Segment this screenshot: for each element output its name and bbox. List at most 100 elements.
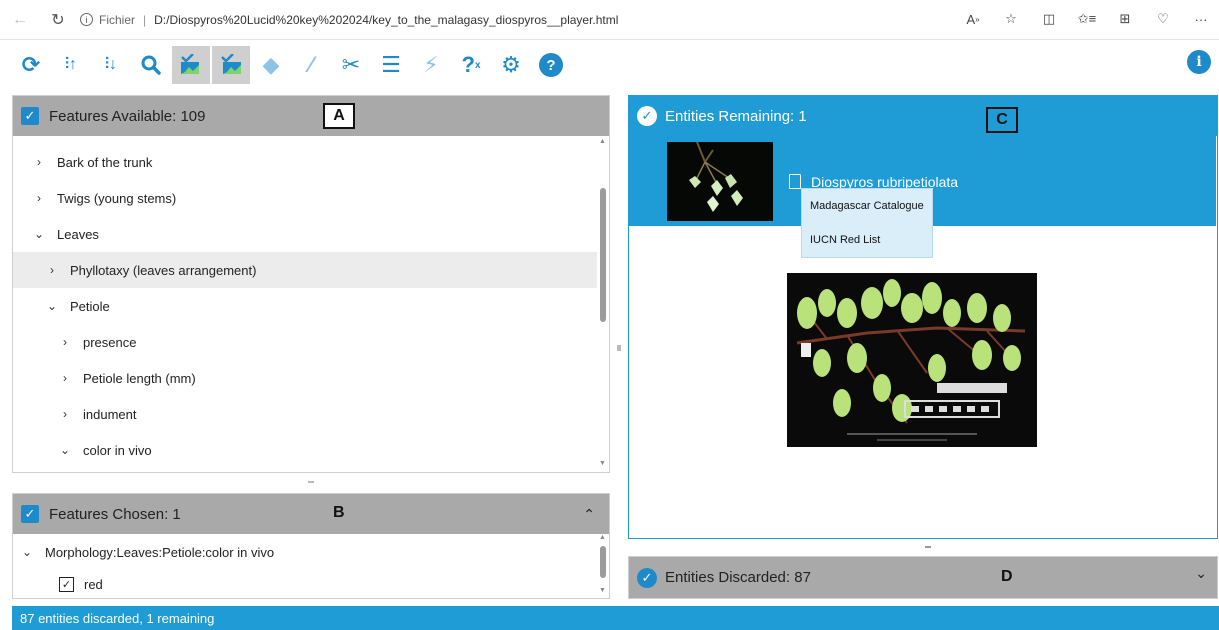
help-keys-icon[interactable]: ? x [452, 46, 490, 84]
back-icon[interactable]: ← [6, 6, 34, 34]
browser-actions: A» ☆ ◫ ✩≡ ⊞ ♡ ··· [963, 8, 1211, 30]
diamond-icon[interactable]: ◆ [252, 46, 290, 84]
search-icon[interactable] [132, 46, 170, 84]
chevron-right-icon[interactable]: › [57, 407, 73, 421]
features-chosen-panel: ✓ Features Chosen: 1 B ⌃ ⌄ Morphology:Le… [12, 493, 610, 599]
features-chosen-header[interactable]: ✓ Features Chosen: 1 B ⌃ [13, 494, 609, 534]
info-icon[interactable]: i [80, 13, 93, 26]
list-icon[interactable]: ☰ [372, 46, 410, 84]
collapse-icon[interactable]: ⌃ [583, 506, 595, 523]
feature-tree-item[interactable]: ⌄ Petiole [13, 288, 597, 324]
menu-item-madagascar-catalogue[interactable]: Madagascar Catalogue [802, 189, 932, 223]
features-available-header[interactable]: ✓ Features Available: 109 [13, 96, 609, 136]
read-aloud-icon[interactable]: A» [963, 8, 983, 30]
split-screen-icon[interactable]: ◫ [1039, 8, 1059, 30]
restart-icon[interactable]: ⟳ [12, 46, 50, 84]
scroll-thumb[interactable] [600, 546, 606, 578]
features-scrollbar[interactable]: ▲ ▼ [597, 136, 609, 472]
horizontal-splitter-left[interactable] [308, 481, 314, 483]
feature-tree-label: indument [83, 406, 137, 422]
feature-tree-item[interactable]: › indument [13, 396, 597, 432]
magic-wand-icon[interactable]: ⁄ [292, 46, 330, 84]
checkbox-checked-icon[interactable]: ✓ [59, 576, 74, 592]
scroll-down-icon[interactable]: ▼ [599, 460, 606, 467]
scroll-thumb[interactable] [600, 188, 606, 322]
entity-specimen-image[interactable] [787, 273, 1037, 447]
address-bar[interactable]: i Fichier | D:/Diospyros%20Lucid%20key%2… [80, 13, 618, 27]
feature-tree-label: Petiole [70, 298, 110, 314]
reload-icon[interactable]: ↻ [44, 6, 72, 34]
chosen-state-row[interactable]: ✓ red [13, 570, 609, 598]
chevron-right-icon[interactable]: › [57, 335, 73, 349]
feature-tree-item[interactable]: ⌄ Leaves [13, 216, 597, 252]
entities-remaining-panel: ✓ Entities Remaining: 1 C Diospyros rubr… [628, 95, 1218, 539]
collections-icon[interactable]: ⊞ [1115, 8, 1135, 30]
scroll-down-icon[interactable]: ▼ [599, 587, 606, 594]
scroll-up-icon[interactable]: ▲ [599, 534, 606, 541]
chevron-down-icon[interactable]: ⌄ [19, 545, 35, 559]
favorite-icon[interactable]: ☆ [1001, 8, 1021, 30]
feature-tree-item[interactable]: › Bark of the trunk [13, 144, 597, 180]
chosen-state-label: red [84, 576, 103, 592]
feature-tree-label: presence [83, 334, 137, 350]
status-text: 87 entities discarded, 1 remaining [20, 610, 215, 626]
horizontal-splitter-right[interactable] [925, 546, 931, 548]
vertical-splitter[interactable] [617, 345, 621, 351]
chevron-right-icon[interactable]: › [31, 191, 47, 205]
panel-badge-c: C [986, 107, 1018, 133]
chosen-feature-path[interactable]: ⌄ Morphology:Leaves:Petiole:color in viv… [13, 534, 609, 570]
features-chosen-title: Features Chosen: 1 [49, 505, 181, 523]
chosen-scrollbar[interactable]: ▲ ▼ [597, 534, 609, 598]
url-separator: | [143, 12, 147, 27]
url-text[interactable]: D:/Diospyros%20Lucid%20key%202024/key_to… [154, 13, 618, 27]
feature-tree-item[interactable]: ⌄ color in vivo [13, 432, 597, 468]
chevron-right-icon[interactable]: › [44, 263, 60, 277]
feature-tree-label: Leaves [57, 226, 99, 242]
image-select-alt-icon[interactable] [212, 46, 250, 84]
sort-ascending-icon[interactable]: ⫶↑ [52, 46, 90, 84]
check-icon[interactable]: ✓ [21, 107, 39, 125]
favorites-list-icon[interactable]: ✩≡ [1077, 8, 1097, 30]
chevron-down-icon[interactable]: ⌄ [31, 227, 47, 241]
document-icon[interactable] [789, 174, 801, 189]
filter-icon[interactable]: ⚡ [412, 46, 450, 84]
extensions-icon[interactable]: ♡ [1153, 8, 1173, 30]
check-circle-icon[interactable]: ✓ [637, 106, 657, 126]
scissors-icon[interactable]: ✂ [332, 46, 370, 84]
image-select-icon[interactable] [172, 46, 210, 84]
entity-thumbnail[interactable] [667, 142, 773, 221]
help-icon[interactable]: ? [532, 46, 570, 84]
feature-tree-label: Twigs (young stems) [57, 190, 177, 206]
chevron-right-icon[interactable]: › [31, 155, 47, 169]
feature-tree-item[interactable]: › Petiole length (mm) [13, 360, 597, 396]
entities-remaining-header[interactable]: ✓ Entities Remaining: 1 [629, 96, 1217, 136]
status-bar: 87 entities discarded, 1 remaining [12, 606, 1219, 630]
chosen-feature-label: Morphology:Leaves:Petiole:color in vivo [45, 544, 275, 560]
feature-tree-item[interactable]: › Twigs (young stems) [13, 180, 597, 216]
info-button[interactable]: i [1187, 50, 1211, 74]
scroll-up-icon[interactable]: ▲ [599, 138, 606, 145]
feature-tree-item[interactable]: › Phyllotaxy (leaves arrangement) [13, 252, 597, 288]
entity-links-menu: Madagascar Catalogue IUCN Red List [801, 188, 933, 258]
entities-discarded-panel: ✓ Entities Discarded: 87 D ⌄ [628, 556, 1218, 599]
expand-icon[interactable]: ⌄ [1195, 565, 1207, 582]
app-toolbar: ⟳ ⫶↑ ⫶↓ ◆ ⁄ ✂ ☰ ⚡ ? x ⚙ ? i [0, 40, 1219, 90]
panel-badge-a: A [323, 103, 355, 129]
feature-tree-label: Petiole length (mm) [83, 370, 196, 386]
feature-tree-label: Bark of the trunk [57, 154, 153, 170]
sort-descending-icon[interactable]: ⫶↓ [92, 46, 130, 84]
feature-tree-label: color in vivo [83, 442, 152, 458]
features-available-title: Features Available: 109 [49, 107, 206, 125]
features-available-panel: ✓ Features Available: 109 A › Bark of the… [12, 95, 610, 473]
features-tree: › Bark of the trunk › Twigs (young stems) ⌄ L… [13, 144, 597, 468]
check-circle-icon[interactable]: ✓ [637, 567, 657, 588]
more-icon[interactable]: ··· [1191, 8, 1211, 30]
chevron-down-icon[interactable]: ⌄ [57, 443, 73, 457]
chevron-right-icon[interactable]: › [57, 371, 73, 385]
menu-item-iucn-red-list[interactable]: IUCN Red List [802, 223, 932, 257]
chevron-down-icon[interactable]: ⌄ [44, 299, 60, 313]
settings-icon[interactable]: ⚙ [492, 46, 530, 84]
entities-discarded-header[interactable]: ✓ Entities Discarded: 87 D ⌄ [629, 557, 1217, 598]
check-icon[interactable]: ✓ [21, 505, 39, 523]
feature-tree-item[interactable]: › presence [13, 324, 597, 360]
